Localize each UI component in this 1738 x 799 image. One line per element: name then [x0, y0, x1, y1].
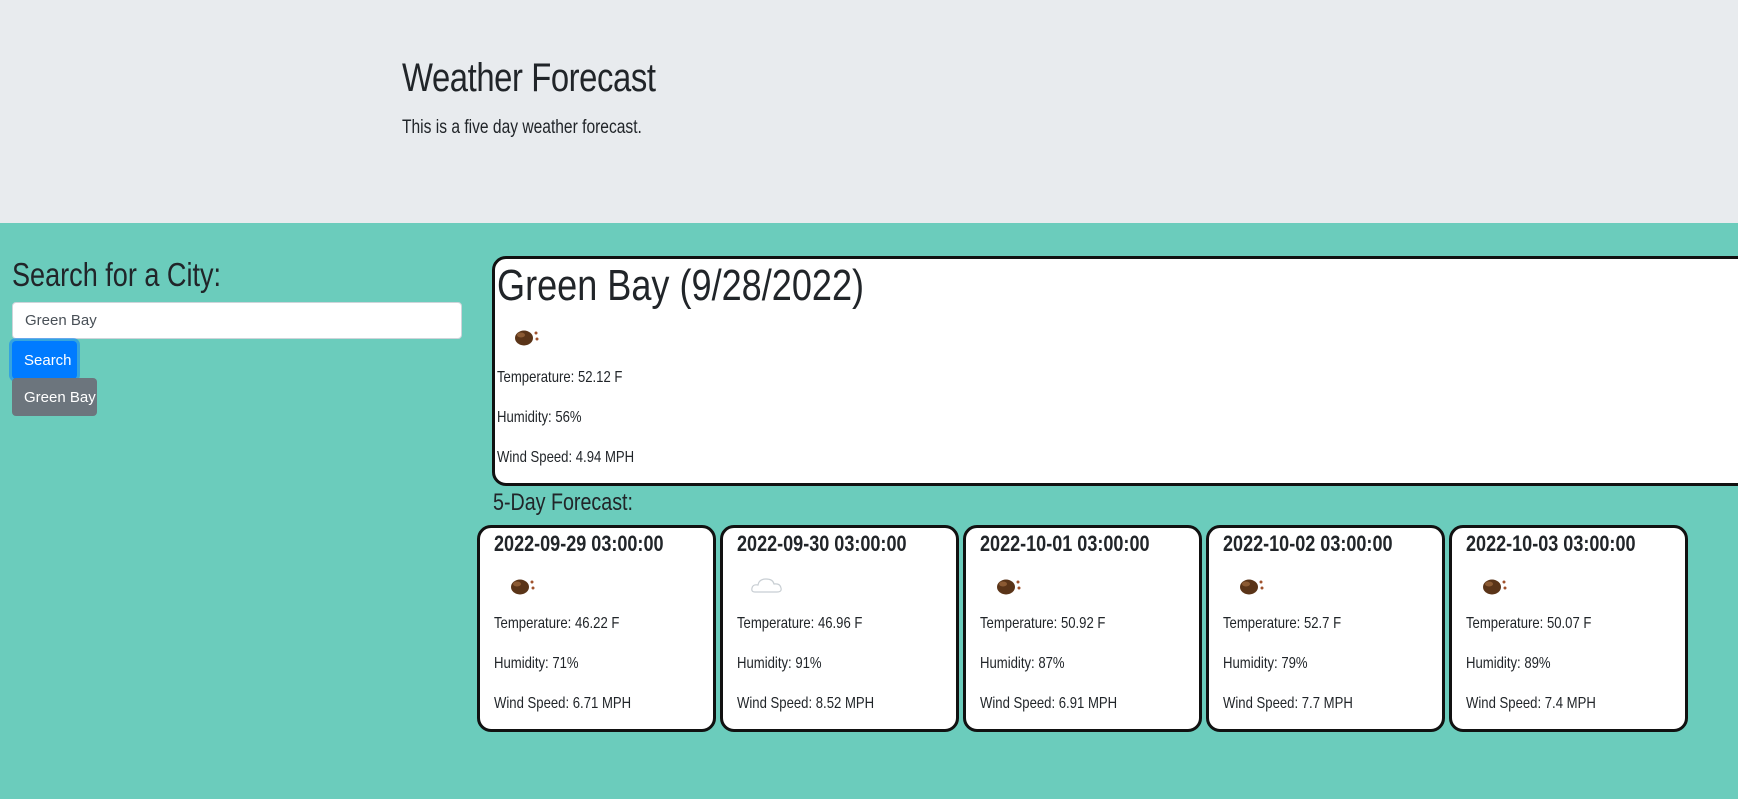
current-temperature: Temperature: 52.12 F	[497, 369, 623, 386]
forecast-date: 2022-10-02 03:00:00	[1223, 531, 1393, 556]
forecast-date: 2022-10-03 03:00:00	[1466, 531, 1636, 556]
rain-icon	[1478, 570, 1518, 600]
city-search-input[interactable]	[12, 302, 462, 339]
page-title: Weather Forecast	[402, 56, 656, 100]
forecast-temperature: Temperature: 50.92 F	[980, 615, 1106, 632]
forecast-humidity: Humidity: 87%	[980, 655, 1065, 672]
forecast-date: 2022-09-29 03:00:00	[494, 531, 664, 556]
page-subtitle: This is a five day weather forecast.	[402, 117, 642, 138]
forecast-humidity: Humidity: 89%	[1466, 655, 1551, 672]
forecast-temperature: Temperature: 50.07 F	[1466, 615, 1592, 632]
current-humidity: Humidity: 56%	[497, 409, 582, 426]
forecast-heading: 5-Day Forecast:	[493, 489, 633, 516]
forecast-wind-speed: Wind Speed: 8.52 MPH	[737, 695, 875, 712]
current-city-title: Green Bay (9/28/2022)	[497, 261, 865, 310]
forecast-card: 2022-10-01 03:00:00 Temperature: 50.92 F…	[963, 525, 1202, 732]
rain-icon	[510, 321, 550, 351]
current-weather-card: Green Bay (9/28/2022) Temperature: 52.12…	[492, 256, 1738, 486]
forecast-card: 2022-10-03 03:00:00 Temperature: 50.07 F…	[1449, 525, 1688, 732]
forecast-wind-speed: Wind Speed: 7.4 MPH	[1466, 695, 1596, 712]
forecast-temperature: Temperature: 46.96 F	[737, 615, 863, 632]
forecast-wind-speed: Wind Speed: 6.91 MPH	[980, 695, 1118, 712]
header-jumbotron: Weather Forecast This is a five day weat…	[0, 0, 1738, 223]
forecast-temperature: Temperature: 52.7 F	[1223, 615, 1342, 632]
forecast-date: 2022-09-30 03:00:00	[737, 531, 907, 556]
forecast-card: 2022-09-30 03:00:00 Temperature: 46.96 F…	[720, 525, 959, 732]
forecast-wind-speed: Wind Speed: 7.7 MPH	[1223, 695, 1353, 712]
rain-icon	[506, 570, 546, 600]
forecast-humidity: Humidity: 91%	[737, 655, 822, 672]
forecast-temperature: Temperature: 46.22 F	[494, 615, 620, 632]
search-heading: Search for a City:	[12, 256, 222, 293]
rain-icon	[992, 570, 1032, 600]
current-wind-speed: Wind Speed: 4.94 MPH	[497, 449, 635, 466]
cloud-icon	[749, 570, 789, 600]
forecast-card: 2022-10-02 03:00:00 Temperature: 52.7 F …	[1206, 525, 1445, 732]
main-content: Search for a City: Search Green Bay Gree…	[0, 223, 1738, 799]
history-button-green-bay[interactable]: Green Bay	[12, 378, 97, 416]
forecast-wind-speed: Wind Speed: 6.71 MPH	[494, 695, 632, 712]
forecast-card: 2022-09-29 03:00:00 Temperature: 46.22 F…	[477, 525, 716, 732]
forecast-date: 2022-10-01 03:00:00	[980, 531, 1150, 556]
forecast-humidity: Humidity: 71%	[494, 655, 579, 672]
forecast-humidity: Humidity: 79%	[1223, 655, 1308, 672]
search-button[interactable]: Search	[12, 341, 77, 379]
rain-icon	[1235, 570, 1275, 600]
